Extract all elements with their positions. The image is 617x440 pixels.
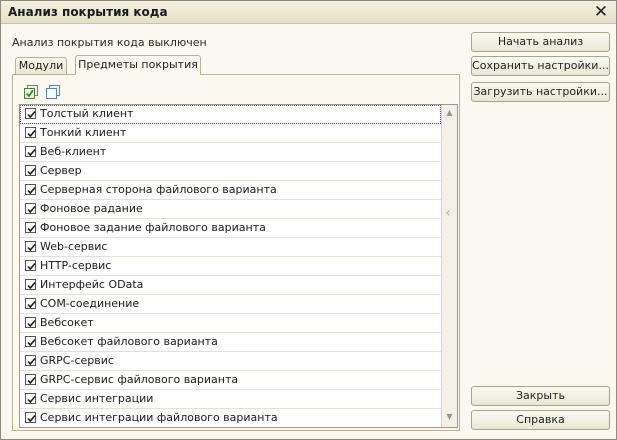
list-item[interactable]: Вебсокет файлового варианта: [20, 333, 441, 352]
scroll-up-icon[interactable]: ▲: [442, 105, 457, 120]
list-item-label: Веб-клиент: [40, 145, 107, 158]
checkbox[interactable]: [25, 241, 36, 252]
list-item[interactable]: Серверная сторона файлового варианта: [20, 181, 441, 200]
list-item-label: Вебсокет файлового варианта: [40, 335, 218, 348]
checkbox[interactable]: [25, 336, 36, 347]
list-item-label: Web-сервис: [40, 240, 108, 253]
checkbox[interactable]: [25, 317, 36, 328]
list-item[interactable]: HTTP-сервис: [20, 257, 441, 276]
list-item-label: Фоновое радание: [40, 202, 143, 215]
checkbox[interactable]: [25, 146, 36, 157]
checkbox[interactable]: [25, 127, 36, 138]
tab-coverage-items-label: Предметы покрытия: [78, 58, 198, 71]
list-item-label: Интерфейс OData: [40, 278, 144, 291]
list-item-label: Сервис интеграции файлового варианта: [40, 411, 278, 424]
vertical-scrollbar[interactable]: ▲ ▼: [441, 105, 457, 427]
list-item[interactable]: Веб-клиент: [20, 143, 441, 162]
list-item[interactable]: GRPC-сервис файлового варианта: [20, 371, 441, 390]
list-item[interactable]: GRPC-сервис: [20, 352, 441, 371]
list-item[interactable]: Сервис интеграции файлового варианта: [20, 409, 441, 427]
window-title: Анализ покрытия кода: [8, 5, 168, 19]
close-icon[interactable]: ✕: [592, 3, 610, 21]
list-item-label: Серверная сторона файлового варианта: [40, 183, 277, 196]
checkbox[interactable]: [25, 374, 36, 385]
list-item-label: Сервер: [40, 164, 82, 177]
list-item-label: HTTP-сервис: [40, 259, 112, 272]
list-item-label: GRPC-сервис файлового варианта: [40, 373, 239, 386]
list-item[interactable]: Вебсокет: [20, 314, 441, 333]
title-bar: Анализ покрытия кода ✕: [1, 1, 616, 24]
list-item[interactable]: COM-соединение: [20, 295, 441, 314]
list-item-label: GRPC-сервис: [40, 354, 114, 367]
list-item-label: Сервис интеграции: [40, 392, 154, 405]
checkbox[interactable]: [25, 393, 36, 404]
check-all-icon[interactable]: [23, 84, 40, 100]
list-item[interactable]: Фоновое задание файлового варианта: [20, 219, 441, 238]
list-item[interactable]: Фоновое радание: [20, 200, 441, 219]
checkbox[interactable]: [25, 184, 36, 195]
coverage-dialog: Анализ покрытия кода ✕ Анализ покрытия к…: [0, 0, 617, 440]
list-item[interactable]: Тонкий клиент: [20, 124, 441, 143]
scroll-grip-icon: [446, 210, 452, 216]
tab-modules[interactable]: Модули: [15, 57, 67, 74]
uncheck-all-icon[interactable]: [45, 84, 62, 100]
checkbox[interactable]: [25, 165, 36, 176]
help-button[interactable]: Справка: [471, 410, 610, 430]
close-button[interactable]: Закрыть: [471, 386, 610, 406]
save-settings-button[interactable]: Сохранить настройки...: [471, 56, 610, 76]
checkbox[interactable]: [25, 355, 36, 366]
checkbox[interactable]: [25, 412, 36, 423]
list-item-label: Вебсокет: [40, 316, 94, 329]
list-item[interactable]: Сервер: [20, 162, 441, 181]
coverage-items-list[interactable]: Толстый клиент Тонкий клиент Веб-клиент Сер…: [19, 104, 458, 428]
checkbox[interactable]: [25, 279, 36, 290]
checkbox[interactable]: [25, 222, 36, 233]
list-item-label: Тонкий клиент: [40, 126, 127, 139]
checkbox[interactable]: [25, 108, 36, 119]
tab-coverage-items[interactable]: Предметы покрытия: [75, 55, 201, 75]
list-item[interactable]: Толстый клиент: [20, 105, 441, 124]
scroll-down-icon[interactable]: ▼: [442, 409, 457, 424]
list-item-label: Фоновое задание файлового варианта: [40, 221, 266, 234]
start-analysis-button[interactable]: Начать анализ: [471, 32, 610, 52]
coverage-status-text: Анализ покрытия кода выключен: [12, 36, 207, 49]
list-item-label: Толстый клиент: [40, 107, 134, 120]
load-settings-button[interactable]: Загрузить настройки...: [471, 82, 610, 102]
list-item[interactable]: Сервис интеграции: [20, 390, 441, 409]
tab-modules-label: Модули: [18, 59, 64, 72]
checkbox[interactable]: [25, 298, 36, 309]
checkbox[interactable]: [25, 203, 36, 214]
checkbox[interactable]: [25, 260, 36, 271]
list-item[interactable]: Web-сервис: [20, 238, 441, 257]
list-item[interactable]: Интерфейс OData: [20, 276, 441, 295]
list-item-label: COM-соединение: [40, 297, 140, 310]
